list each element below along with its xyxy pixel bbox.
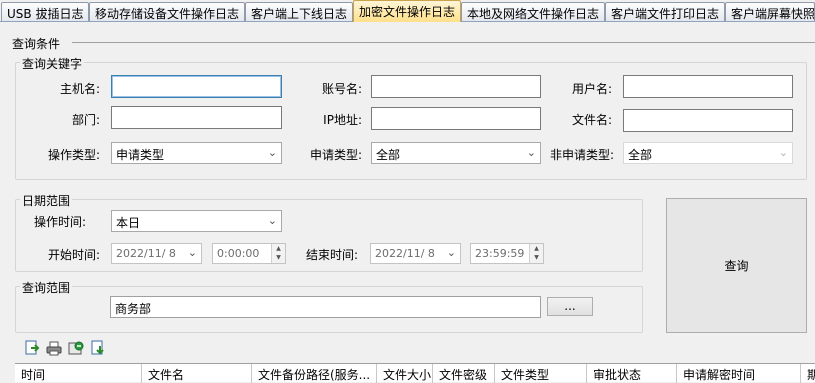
browse-button[interactable]: ... [547, 297, 593, 316]
scope-input[interactable]: 商务部 [110, 296, 541, 318]
tab-client-screenshot[interactable]: 客户端屏幕快照 [725, 2, 815, 21]
column-header-file-size[interactable]: 文件大小 [377, 364, 433, 383]
tab-encrypted-file-log[interactable]: 加密文件操作日志 [353, 0, 461, 22]
dept-label: 部门: [71, 113, 100, 127]
date-range-title: 日期范围 [20, 192, 73, 209]
tab-local-network-file-log[interactable]: 本地及网络文件操作日志 [461, 2, 605, 21]
column-header-backup-path[interactable]: 文件备份路径(服务... [252, 364, 377, 383]
start-time-label: 开始时间: [47, 248, 100, 262]
dept-input[interactable] [111, 106, 282, 129]
tab-client-print-log[interactable]: 客户端文件打印日志 [605, 2, 725, 21]
column-header-approval-status[interactable]: 审批状态 [587, 364, 677, 383]
hostname-label: 主机名: [59, 82, 100, 96]
nonapply-label: 非申请类型: [549, 148, 614, 162]
chevron-down-icon: ⌄ [778, 146, 788, 159]
nonapply-select[interactable]: 全部 ⌄ [623, 142, 793, 164]
keywords-group-title: 查询关键字 [20, 55, 85, 72]
tab-usb-log[interactable]: USB 拔插日志 [1, 2, 89, 21]
username-input[interactable] [623, 75, 793, 98]
column-header-truncated[interactable]: 期 [801, 364, 815, 383]
tab-client-online-log[interactable]: 客户端上下线日志 [245, 2, 353, 21]
end-date-value: 2022/11/ 8 [375, 247, 435, 260]
chevron-down-icon: ⌄ [526, 146, 536, 159]
ip-label: IP地址: [323, 113, 362, 127]
column-header-decrypt-request-time[interactable]: 申请解密时间 [677, 364, 801, 383]
column-header-file-type[interactable]: 文件类型 [495, 364, 587, 383]
scope-title: 查询范围 [20, 279, 73, 296]
column-header-filename[interactable]: 文件名 [142, 364, 252, 383]
end-date-picker[interactable]: 2022/11/ 8 ⌄ [370, 243, 461, 264]
start-date-value: 2022/11/ 8 [116, 247, 176, 260]
applytype-select-value: 全部 [376, 148, 401, 162]
query-button[interactable]: 查询 [666, 198, 807, 333]
filename-input[interactable] [623, 109, 793, 132]
optype-select[interactable]: 申请类型 ⌄ [111, 142, 282, 164]
chevron-down-icon: ⌄ [187, 246, 197, 259]
filename-label: 文件名: [571, 113, 612, 127]
query-conditions-title: 查询条件 [10, 35, 63, 52]
chevron-down-icon: ⌄ [267, 214, 277, 227]
end-time-label: 结束时间: [305, 248, 358, 262]
start-time-value: 0:00:00 [217, 247, 260, 260]
chevron-down-icon: ⌄ [267, 146, 277, 159]
applytype-select[interactable]: 全部 ⌄ [371, 142, 541, 164]
account-label: 账号名: [321, 82, 362, 96]
end-time-value: 23:59:59 [475, 247, 525, 260]
chevron-down-icon: ⌄ [446, 246, 456, 259]
ip-input[interactable] [371, 107, 541, 130]
account-input[interactable] [371, 75, 541, 98]
tab-bar: USB 拔插日志 移动存储设备文件操作日志 客户端上下线日志 加密文件操作日志 … [0, 0, 815, 22]
optime-select[interactable]: 本日 ⌄ [111, 210, 282, 232]
nonapply-select-value: 全部 [628, 148, 653, 162]
optime-select-value: 本日 [116, 216, 141, 230]
optime-label: 操作时间: [33, 215, 86, 229]
refresh-icon[interactable] [68, 340, 84, 356]
end-time-spinner[interactable]: 23:59:59 ▲ ▼ [470, 243, 544, 264]
query-conditions-divider [72, 42, 815, 43]
start-time-spinner[interactable]: 0:00:00 ▲ ▼ [212, 243, 286, 264]
applytype-label: 申请类型: [309, 148, 362, 162]
optype-select-value: 申请类型 [116, 148, 165, 162]
export-icon[interactable] [24, 340, 40, 356]
spinner-arrows-icon[interactable]: ▲ ▼ [529, 244, 543, 263]
column-header-file-level[interactable]: 文件密级 [433, 364, 495, 383]
print-icon[interactable] [46, 340, 62, 356]
spinner-arrows-icon[interactable]: ▲ ▼ [271, 244, 285, 263]
tab-removable-storage-log[interactable]: 移动存储设备文件操作日志 [89, 2, 245, 21]
log-grid-header: 时间 文件名 文件备份路径(服务... 文件大小 文件密级 文件类型 审批状态 … [15, 363, 815, 383]
hostname-input[interactable] [111, 75, 282, 98]
username-label: 用户名: [571, 82, 612, 96]
optype-label: 操作类型: [47, 148, 100, 162]
column-header-time[interactable]: 时间 [15, 364, 142, 383]
start-date-picker[interactable]: 2022/11/ 8 ⌄ [111, 243, 202, 264]
download-icon[interactable] [90, 340, 106, 356]
